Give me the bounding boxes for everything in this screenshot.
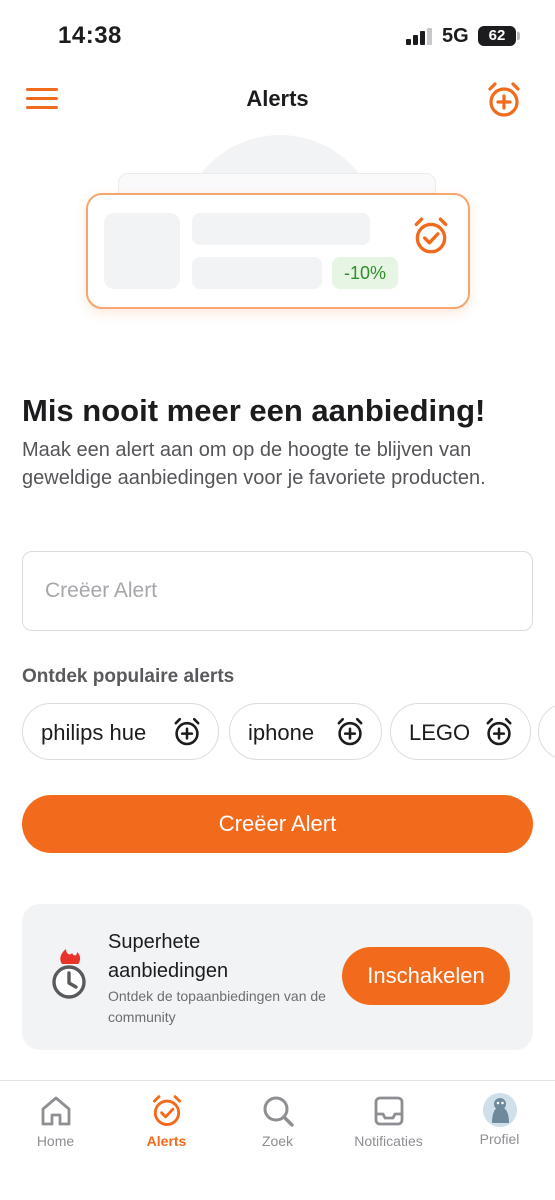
- promo-subtitle: Ontdek de topaanbiedingen van de communi…: [108, 988, 326, 1025]
- illustration-deal-card: -10%: [86, 193, 470, 309]
- illustration-text-placeholder: [192, 213, 370, 245]
- battery-tip: [517, 32, 520, 40]
- headline: Mis nooit meer een aanbieding!: [22, 393, 486, 428]
- network-type: 5G: [442, 25, 469, 47]
- page-title: Alerts: [246, 86, 309, 111]
- alarm-clock-check-icon: [414, 217, 448, 254]
- chip-label: philips hue: [41, 720, 147, 745]
- signal-icon: [406, 28, 432, 45]
- chip-more[interactable]: [538, 703, 555, 760]
- home-icon: [41, 1096, 70, 1126]
- headline-description: Maak een alert aan om op de hoogte te bl…: [22, 439, 486, 489]
- chip-label: iphone: [248, 720, 315, 745]
- tab-notifications[interactable]: Notificaties: [333, 1093, 444, 1157]
- chip-label: LEGO: [409, 720, 471, 745]
- alarm-clock-plus-icon: [486, 717, 512, 746]
- avatar: [482, 1093, 517, 1127]
- inbox-icon: [374, 1096, 403, 1126]
- hero-illustration: -10%: [0, 135, 555, 335]
- promo-title: Superhete aanbiedingen: [108, 931, 229, 982]
- tab-search[interactable]: Zoek: [222, 1093, 333, 1157]
- discount-badge: -10%: [332, 257, 398, 289]
- alarm-clock-icon: [152, 1095, 181, 1126]
- tab-alerts[interactable]: Alerts: [111, 1093, 222, 1157]
- hot-deals-promo-card: Superhete aanbiedingen Ontdek de topaanb…: [22, 904, 533, 1050]
- tab-bar: Home Alerts Zoek Notificaties Profiel: [0, 1080, 555, 1200]
- search-icon: [263, 1096, 294, 1127]
- enable-button[interactable]: Inschakelen: [342, 947, 510, 1005]
- illustration-image-placeholder: [104, 213, 180, 289]
- create-alert-input[interactable]: [45, 552, 505, 630]
- chip-iphone[interactable]: iphone: [229, 703, 382, 760]
- hot-clock-icon: [52, 949, 86, 999]
- tab-home[interactable]: Home: [0, 1093, 111, 1157]
- alarm-clock-plus-icon: [174, 717, 200, 746]
- alarm-clock-plus-icon[interactable]: [484, 80, 524, 120]
- battery-icon: 62: [478, 26, 516, 46]
- popular-alerts-list: philips hue iphone LEGO: [22, 703, 555, 761]
- chip-philips-hue[interactable]: philips hue: [22, 703, 219, 760]
- app-header: Alerts: [0, 70, 555, 130]
- alarm-clock-plus-icon: [337, 717, 363, 746]
- tab-label: Home: [36, 1133, 75, 1149]
- tab-label: Profiel: [479, 1131, 520, 1147]
- create-alert-button[interactable]: Creëer Alert: [22, 795, 533, 853]
- status-time: 14:38: [58, 22, 122, 49]
- popular-alerts-title: Ontdek populaire alerts: [22, 666, 235, 687]
- create-alert-field[interactable]: [22, 551, 533, 631]
- avatar-image: [482, 1093, 517, 1127]
- chip-lego[interactable]: LEGO: [390, 703, 531, 760]
- tab-label: Notificaties: [354, 1133, 423, 1149]
- tab-label: Alerts: [146, 1133, 187, 1149]
- tab-label: Zoek: [261, 1133, 294, 1149]
- tab-profile[interactable]: Profiel: [444, 1093, 555, 1157]
- status-bar: 14:38 5G 62: [0, 0, 555, 70]
- illustration-text-placeholder: [192, 257, 322, 289]
